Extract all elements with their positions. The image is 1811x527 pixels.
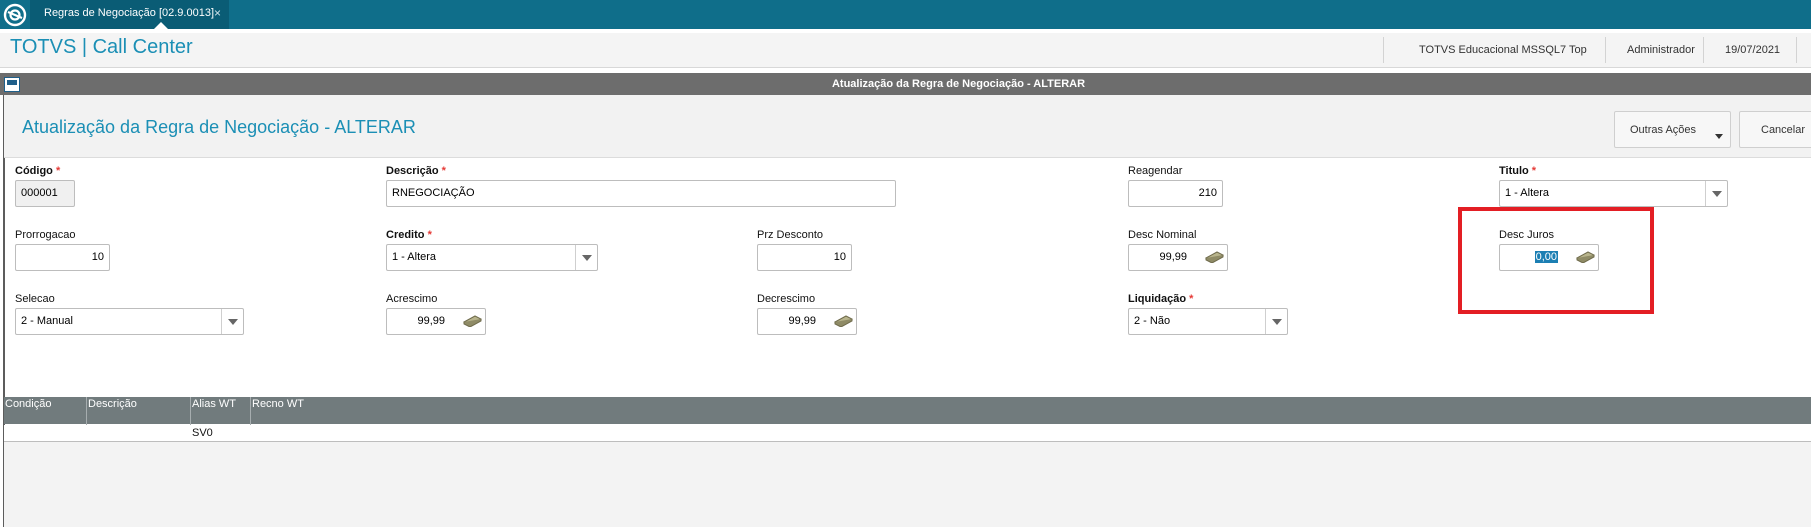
active-tab-indicator — [154, 22, 168, 29]
form-title: Atualização da Regra de Negociação - ALT… — [22, 117, 416, 137]
grid-cell[interactable]: SV0 — [192, 427, 213, 439]
app-title: TOTVS | Call Center — [10, 36, 193, 58]
grid-column-descricao[interactable]: Descrição — [88, 397, 137, 412]
grid-empty-area — [4, 442, 1811, 527]
grid-column-recno-wt[interactable]: Recno WT — [252, 397, 304, 412]
close-icon[interactable]: × — [214, 0, 221, 26]
prz-desconto-label: Prz Desconto — [757, 229, 824, 241]
liquidacao-select[interactable]: 2 - Não — [1128, 308, 1288, 335]
date-label: 19/07/2021 — [1725, 44, 1781, 56]
window-title: Atualização da Regra de Negociação - ALT… — [831, 78, 1086, 90]
descricao-field[interactable]: RNEGOCIAÇÃO — [386, 180, 896, 207]
desc-nominal-field[interactable]: 99,99 — [1128, 244, 1228, 271]
desc-nominal-label: Desc Nominal — [1128, 229, 1197, 241]
titulo-label: Titulo * — [1499, 165, 1537, 177]
prorrogacao-label: Prorrogacao — [15, 229, 76, 241]
top-bar — [0, 0, 1811, 29]
selecao-label: Selecao — [15, 293, 55, 305]
user-label: Administrador — [1627, 44, 1695, 56]
credito-label: Credito * — [386, 229, 432, 241]
reagendar-field[interactable]: 210 — [1128, 180, 1223, 207]
header-divider — [1703, 37, 1704, 63]
prorrogacao-field[interactable]: 10 — [15, 244, 110, 271]
codigo-field[interactable]: 000001 — [15, 180, 75, 207]
acrescimo-field[interactable]: 99,99 — [386, 308, 486, 335]
codigo-label: Código * — [15, 165, 61, 177]
cancel-button[interactable]: Cancelar — [1739, 111, 1811, 148]
environment-label: TOTVS Educacional MSSQL7 Top — [1419, 44, 1587, 56]
other-actions-button[interactable]: Outras Ações — [1614, 111, 1731, 148]
chevron-down-icon — [1712, 191, 1722, 197]
table-row[interactable] — [4, 425, 1811, 442]
chevron-down-icon — [1272, 319, 1282, 325]
highlight-box — [1458, 207, 1654, 314]
header-divider — [1796, 37, 1797, 63]
other-actions-label: Outras Ações — [1630, 124, 1697, 136]
money-icon[interactable] — [1205, 251, 1224, 263]
tab-label: Regras de Negociação [02.9.0013] — [44, 7, 215, 19]
credito-select[interactable]: 1 - Altera — [386, 244, 598, 271]
descricao-label: Descrição * — [386, 165, 446, 177]
decrescimo-field[interactable]: 99,99 — [757, 308, 857, 335]
acrescimo-label: Acrescimo — [386, 293, 438, 305]
tab-regras-negociacao[interactable]: Regras de Negociação [02.9.0013] × — [30, 0, 229, 29]
totvs-logo-icon[interactable] — [3, 3, 27, 27]
reagendar-label: Reagendar — [1128, 165, 1183, 177]
chevron-down-icon — [1715, 134, 1723, 139]
chevron-down-icon — [582, 255, 592, 261]
grid-column-condicao[interactable]: Condição — [5, 397, 51, 412]
prz-desconto-field[interactable]: 10 — [757, 244, 852, 271]
chevron-down-icon — [228, 319, 238, 325]
header-divider — [1605, 37, 1606, 63]
liquidacao-label: Liquidação * — [1128, 293, 1194, 305]
header-divider — [1383, 37, 1384, 63]
decrescimo-label: Decrescimo — [757, 293, 816, 305]
grid-column-alias-wt[interactable]: Alias WT — [192, 397, 236, 412]
titulo-select[interactable]: 1 - Altera — [1499, 180, 1728, 207]
cancel-label: Cancelar — [1761, 124, 1806, 136]
money-icon[interactable] — [463, 315, 482, 327]
selecao-select[interactable]: 2 - Manual — [15, 308, 244, 335]
money-icon[interactable] — [834, 315, 853, 327]
